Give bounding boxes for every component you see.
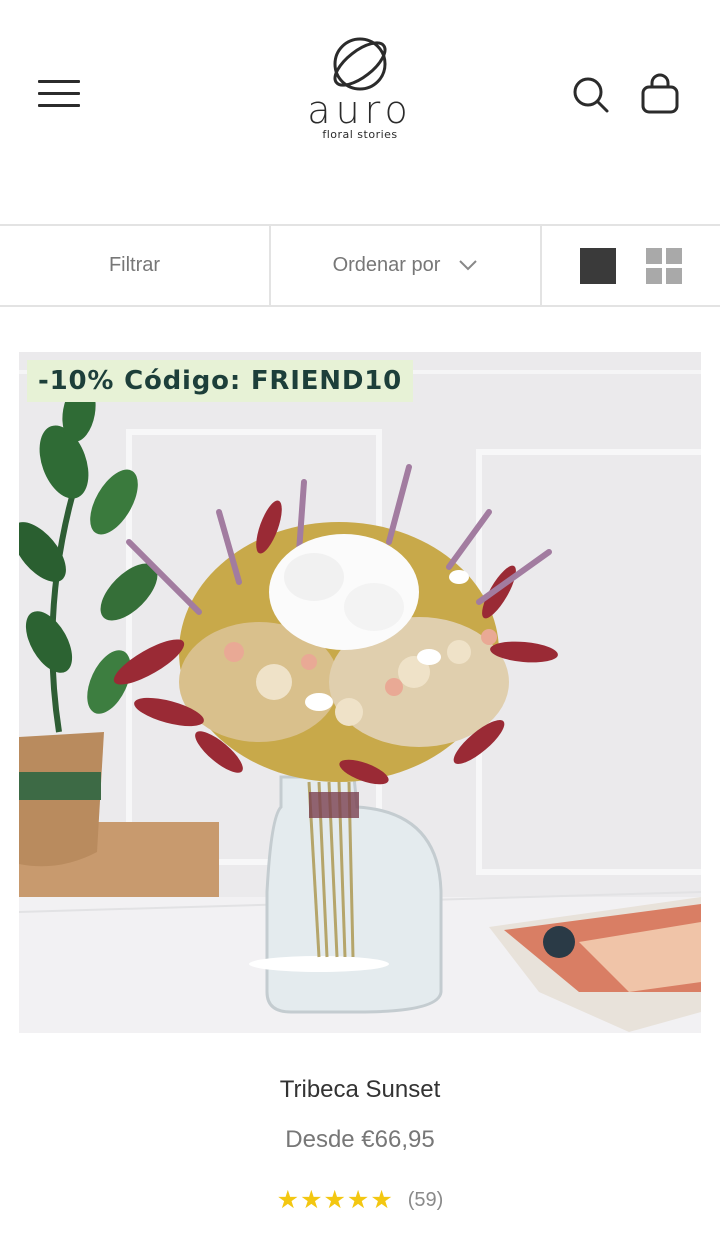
star-rating-icons: ★★★★★ xyxy=(276,1186,394,1214)
grid-view-icon[interactable] xyxy=(646,247,682,284)
product-title[interactable]: Tribeca Sunset xyxy=(0,1076,720,1104)
view-switcher xyxy=(542,226,720,305)
filter-button[interactable]: Filtrar xyxy=(0,226,271,305)
filter-label: Filtrar xyxy=(108,254,161,276)
brand-logo[interactable]: auro floral stories xyxy=(290,34,430,154)
product-rating[interactable]: ★★★★★ (59) xyxy=(0,1185,720,1215)
review-count: (59) xyxy=(407,1188,444,1211)
product-price: Desde €66,95 xyxy=(285,1126,435,1153)
discount-badge: -10% Código: FRIEND10 xyxy=(27,360,414,402)
product-image[interactable]: -10% Código: FRIEND10 xyxy=(19,352,701,1033)
brand-name: auro xyxy=(307,88,413,132)
chevron-down-icon xyxy=(458,254,478,277)
sort-dropdown[interactable]: Ordenar por xyxy=(271,226,542,305)
logo-mark-icon xyxy=(333,37,387,91)
collection-toolbar: Filtrar Ordenar por xyxy=(0,224,720,307)
shopping-bag-icon[interactable] xyxy=(640,72,680,114)
site-header: auro floral stories xyxy=(0,0,720,224)
bouquet-photo xyxy=(19,352,701,1033)
single-view-icon[interactable] xyxy=(580,247,616,284)
hamburger-icon[interactable] xyxy=(38,78,82,110)
search-icon[interactable] xyxy=(572,76,610,114)
sort-label: Ordenar por xyxy=(332,254,441,276)
